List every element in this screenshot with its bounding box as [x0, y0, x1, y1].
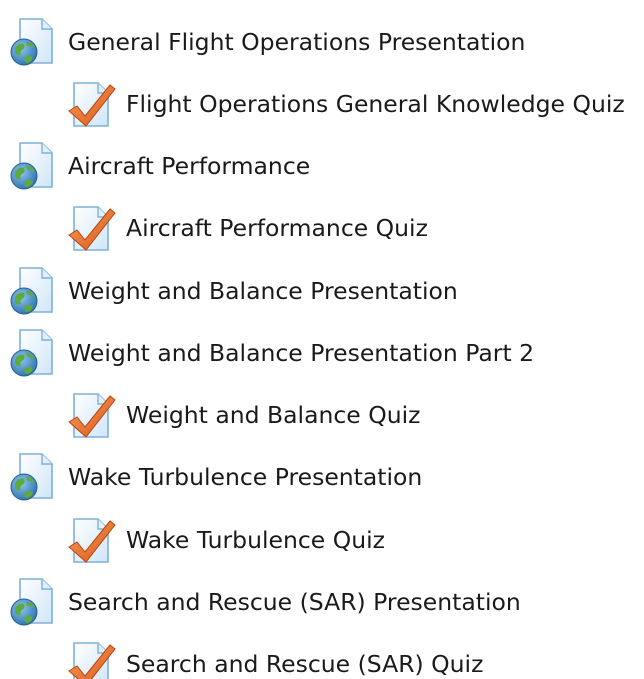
activity-link-weight-and-balance-presentation-part-2[interactable]: Weight and Balance Presentation Part 2	[6, 328, 534, 378]
activity-label: Weight and Balance Presentation Part 2	[68, 339, 535, 367]
activity-link-search-and-rescue-quiz[interactable]: Search and Rescue (SAR) Quiz	[66, 639, 483, 679]
web-page-icon	[6, 452, 58, 502]
quiz-checkmark-icon	[66, 639, 118, 679]
activity-label: Aircraft Performance	[68, 152, 311, 180]
activity-link-wake-turbulence-presentation[interactable]: Wake Turbulence Presentation	[6, 452, 422, 502]
activity-label: Wake Turbulence Presentation	[68, 463, 423, 491]
quiz-checkmark-icon	[66, 515, 118, 565]
quiz-checkmark-icon	[66, 390, 118, 440]
activity-list: General Flight Operations Presentation F…	[0, 0, 644, 679]
quiz-checkmark-icon	[66, 203, 118, 253]
activity-link-aircraft-performance-quiz[interactable]: Aircraft Performance Quiz	[66, 203, 428, 253]
activity-link-wake-turbulence-quiz[interactable]: Wake Turbulence Quiz	[66, 515, 385, 565]
activity-label: General Flight Operations Presentation	[68, 28, 526, 56]
activity-link-flight-operations-general-knowledge-quiz[interactable]: Flight Operations General Knowledge Quiz	[66, 79, 625, 129]
activity-label: Weight and Balance Quiz	[126, 401, 421, 429]
activity-label: Search and Rescue (SAR) Quiz	[126, 650, 484, 678]
web-page-icon	[6, 577, 58, 627]
activity-label: Aircraft Performance Quiz	[126, 214, 428, 242]
web-page-icon	[6, 141, 58, 191]
activity-link-aircraft-performance[interactable]: Aircraft Performance	[6, 141, 310, 191]
web-page-icon	[6, 266, 58, 316]
web-page-icon	[6, 17, 58, 67]
activity-link-weight-and-balance-quiz[interactable]: Weight and Balance Quiz	[66, 390, 420, 440]
activity-label: Weight and Balance Presentation	[68, 277, 458, 305]
quiz-checkmark-icon	[66, 79, 118, 129]
activity-link-weight-and-balance-presentation[interactable]: Weight and Balance Presentation	[6, 266, 458, 316]
activity-label: Search and Rescue (SAR) Presentation	[68, 588, 521, 616]
web-page-icon	[6, 328, 58, 378]
activity-link-search-and-rescue-presentation[interactable]: Search and Rescue (SAR) Presentation	[6, 577, 521, 627]
activity-link-general-flight-operations-presentation[interactable]: General Flight Operations Presentation	[6, 17, 525, 67]
activity-label: Wake Turbulence Quiz	[126, 526, 385, 554]
activity-label: Flight Operations General Knowledge Quiz	[126, 90, 625, 118]
